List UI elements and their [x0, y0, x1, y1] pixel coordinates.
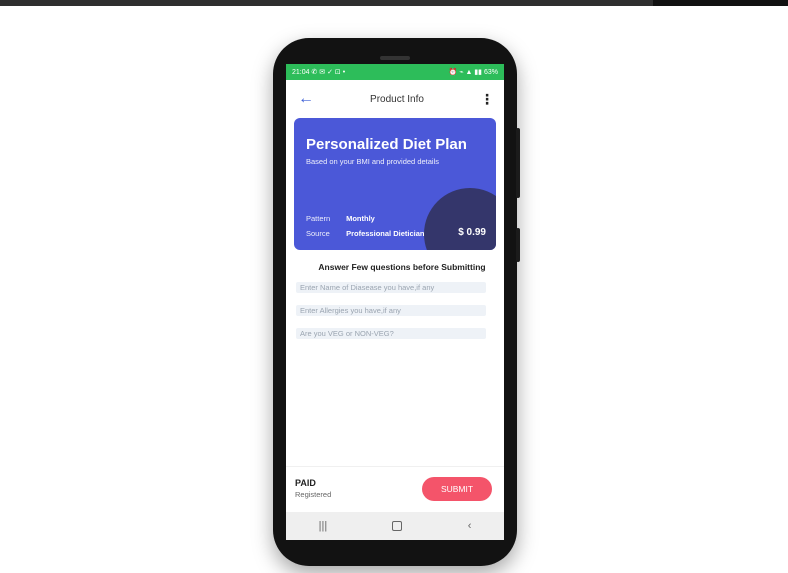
source-row: Source Professional Dietician [306, 229, 424, 238]
allergies-input[interactable] [296, 305, 486, 316]
price-label: $ 0.99 [458, 227, 486, 238]
phone-speaker [380, 56, 410, 60]
registered-label: Registered [295, 490, 332, 499]
power-button [516, 128, 520, 198]
more-vert-icon[interactable]: ⋮ [480, 92, 494, 106]
pattern-value: Monthly [346, 214, 375, 223]
submit-button[interactable]: SUBMIT [422, 476, 492, 501]
pattern-row: Pattern Monthly [306, 214, 375, 223]
paid-label: PAID [295, 478, 316, 488]
app-bar: ← Product Info ⋮ [286, 80, 504, 118]
footer-bar: PAID Registered SUBMIT [286, 466, 504, 510]
status-notification-icons: ✆ ✉ ✓ ⊡ • [311, 69, 346, 76]
volume-button [516, 228, 520, 262]
recents-icon[interactable]: ||| [319, 520, 328, 532]
card-subtitle: Based on your BMI and provided details [306, 157, 439, 166]
payment-status: PAID Registered [295, 478, 331, 499]
card-title: Personalized Diet Plan [306, 136, 467, 153]
video-top-bar-right [653, 0, 788, 6]
android-nav-bar: ||| ‹ [286, 512, 504, 540]
back-arrow-icon[interactable]: ← [298, 91, 314, 107]
page-title: Product Info [370, 93, 424, 105]
diet-input[interactable] [296, 328, 486, 339]
status-left: 21:04 ✆ ✉ ✓ ⊡ • [292, 68, 345, 76]
questions-heading: Answer Few questions before Submitting [318, 262, 486, 272]
source-label: Source [306, 229, 330, 238]
status-system-icons: ⏰ ⌁ ▲ ▮▮ 63% [448, 69, 498, 76]
phone-screen: 21:04 ✆ ✉ ✓ ⊡ • ⏰ ⌁ ▲ ▮▮ 63% ← Product I… [286, 64, 504, 540]
disease-input[interactable] [296, 282, 486, 293]
product-card: Personalized Diet Plan Based on your BMI… [294, 118, 496, 250]
nav-back-icon[interactable]: ‹ [468, 520, 472, 532]
price-blob [424, 188, 496, 250]
home-icon[interactable] [392, 521, 403, 531]
pattern-label: Pattern [306, 214, 331, 223]
status-bar: 21:04 ✆ ✉ ✓ ⊡ • ⏰ ⌁ ▲ ▮▮ 63% [286, 64, 504, 80]
status-time: 21:04 [292, 69, 310, 76]
source-value: Professional Dietician [346, 229, 425, 238]
